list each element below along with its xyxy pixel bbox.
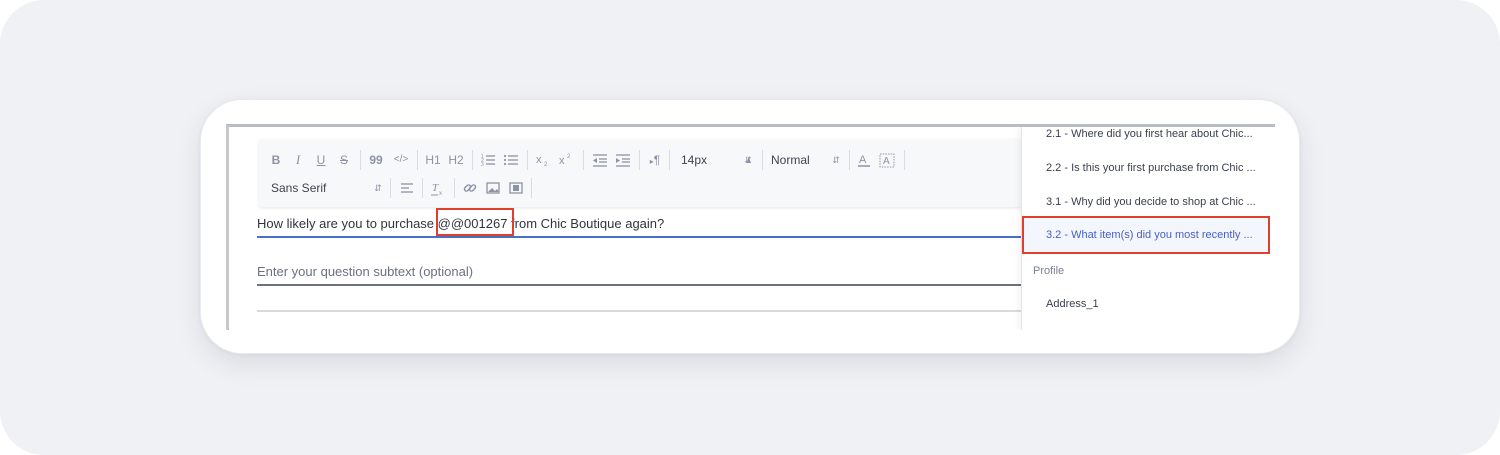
dropdown-item[interactable]: 2.1 - Where did you first hear about Chi… — [1022, 127, 1270, 151]
underline-button[interactable]: U — [314, 151, 328, 169]
toolbar-divider — [422, 178, 423, 198]
editor-viewport: B I U S 99 </> H1 H2 123 x2 x2 ▸¶ 14px ▲… — [226, 124, 1275, 330]
code-button[interactable]: </> — [392, 151, 410, 169]
selected-item-highlight-box — [1022, 216, 1270, 254]
question-text-before: How likely are you to purchase — [257, 216, 438, 231]
field-divider — [257, 310, 1057, 312]
select-arrows-icon: ⇵ — [374, 183, 382, 193]
outdent-icon[interactable] — [592, 151, 608, 169]
heading-style-value: Normal — [771, 153, 810, 167]
svg-text:A: A — [859, 154, 867, 166]
align-icon[interactable] — [399, 179, 415, 197]
toolbar-divider — [762, 150, 763, 170]
pilcrow-icon: ¶ — [653, 153, 661, 167]
svg-text:3: 3 — [481, 162, 484, 168]
heading-1-button[interactable]: H1 — [424, 151, 442, 169]
font-family-select[interactable]: Sans Serif — [271, 179, 383, 197]
toolbar-divider — [639, 150, 640, 170]
strikethrough-button[interactable]: S — [337, 151, 351, 169]
toolbar-divider — [390, 178, 391, 198]
svg-text:A: A — [883, 156, 890, 167]
toolbar-divider — [531, 178, 532, 198]
bold-button[interactable]: B — [269, 151, 283, 169]
dropdown-item[interactable]: Address_1 — [1022, 287, 1270, 321]
rich-text-toolbar: B I U S 99 </> H1 H2 123 x2 x2 ▸¶ 14px ▲… — [259, 139, 1029, 207]
font-family-value: Sans Serif — [271, 181, 327, 195]
superscript-icon[interactable]: x2 — [558, 151, 576, 169]
text-direction-button[interactable]: ▸¶ — [646, 151, 664, 169]
toolbar-divider — [669, 150, 670, 170]
svg-text:x: x — [559, 155, 565, 167]
font-size-value: 14px — [681, 153, 708, 167]
select-arrows-icon: ⇵ — [832, 155, 840, 165]
toolbar-divider — [527, 150, 528, 170]
question-text-after: from Chic Boutique again? — [507, 216, 665, 231]
svg-text:2: 2 — [544, 162, 548, 168]
question-subtext-field[interactable]: Enter your question subtext (optional) — [257, 258, 1057, 286]
toolbar-divider — [454, 178, 455, 198]
link-icon[interactable] — [462, 179, 478, 197]
blockquote-button[interactable]: 99 — [368, 151, 384, 169]
toolbar-divider — [849, 150, 850, 170]
svg-text:x: x — [439, 191, 442, 197]
mention-highlight-box — [436, 208, 514, 236]
svg-text:x: x — [536, 154, 542, 166]
toolbar-divider — [583, 150, 584, 170]
italic-button[interactable]: I — [292, 151, 304, 169]
question-text-field[interactable]: How likely are you to purchase @@001267 … — [257, 210, 1057, 238]
clear-formatting-icon[interactable]: Tx — [430, 179, 446, 197]
svg-text:2: 2 — [567, 154, 571, 160]
dropdown-group-label: Profile — [1033, 265, 1065, 277]
select-arrows-icon: ⇵ — [744, 155, 752, 165]
subtext-placeholder: Enter your question subtext (optional) — [257, 264, 474, 279]
subscript-icon[interactable]: x2 — [535, 151, 553, 169]
text-color-icon[interactable]: A — [857, 151, 871, 169]
dropdown-item[interactable]: 3.1 - Why did you decide to shop at Chic… — [1022, 185, 1270, 219]
bullet-list-icon[interactable] — [503, 151, 519, 169]
ordered-list-icon[interactable]: 123 — [480, 151, 496, 169]
dropdown-item[interactable]: 2.2 - Is this your first purchase from C… — [1022, 151, 1270, 185]
svg-text:T: T — [432, 182, 439, 194]
indent-icon[interactable] — [615, 151, 631, 169]
toolbar-divider — [417, 150, 418, 170]
image-icon[interactable] — [485, 179, 501, 197]
video-icon[interactable] — [508, 179, 524, 197]
piped-text-dropdown: 2.1 - Where did you first hear about Chi… — [1021, 127, 1275, 330]
toolbar-divider — [472, 150, 473, 170]
background-color-icon[interactable]: A — [879, 151, 895, 169]
heading-2-button[interactable]: H2 — [447, 151, 465, 169]
toolbar-divider — [360, 150, 361, 170]
toolbar-divider — [904, 150, 905, 170]
